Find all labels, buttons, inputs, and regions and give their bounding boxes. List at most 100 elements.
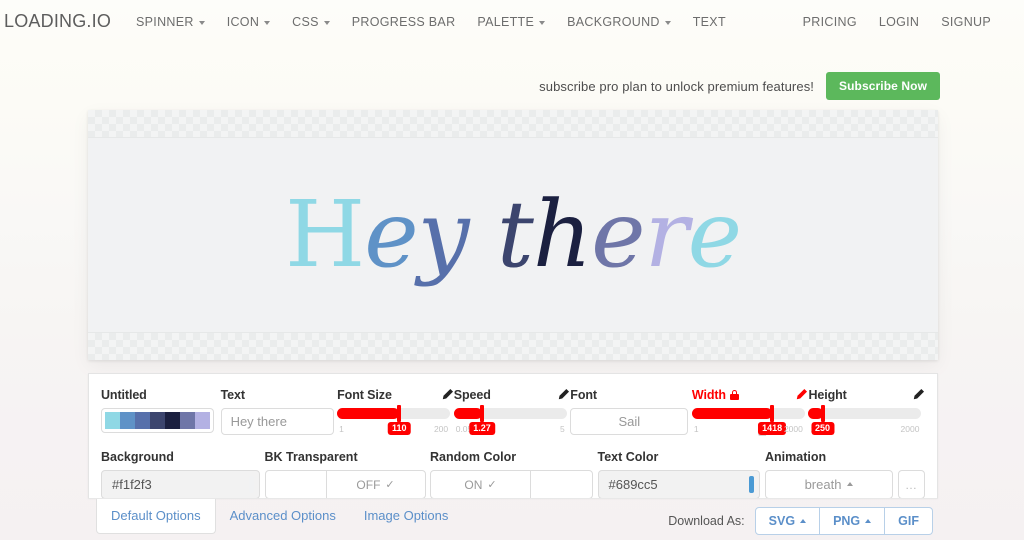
height-track[interactable] xyxy=(808,405,922,422)
font-size-slider[interactable]: 1 110 200 xyxy=(337,405,451,436)
text-color-input[interactable]: #689cc5 xyxy=(597,470,760,499)
text-color-field: Text Color #689cc5 xyxy=(597,450,765,499)
font-label: Font xyxy=(570,387,597,402)
tab-default-options[interactable]: Default Options xyxy=(96,499,216,534)
speed-label: Speed xyxy=(454,387,571,402)
width-field: Width 1 ▪ 1418 2000 xyxy=(691,387,809,436)
chevron-down-icon xyxy=(539,20,546,25)
bk-transparent-label: BK Transparent xyxy=(264,450,358,464)
font-size-knob[interactable] xyxy=(397,405,402,422)
lock-icon[interactable] xyxy=(729,389,739,400)
text-color-swatch[interactable] xyxy=(748,476,754,493)
font-size-label-text: Font Size xyxy=(337,387,392,402)
width-label-text: Width xyxy=(691,387,726,402)
download-button-group: SVG PNG GIF xyxy=(754,507,933,535)
animation-more-button[interactable]: … xyxy=(898,470,925,499)
preview-canvas[interactable]: Hey there xyxy=(88,110,938,360)
nav-item-icon[interactable]: ICON xyxy=(216,15,281,29)
download-svg-label: SVG xyxy=(768,514,796,528)
palette-swatch[interactable] xyxy=(135,412,150,429)
font-field: Font Sail xyxy=(570,387,692,435)
width-track[interactable] xyxy=(691,405,805,422)
tab-advanced-options[interactable]: Advanced Options xyxy=(216,499,350,533)
pencil-icon[interactable] xyxy=(441,388,454,401)
nav-item-signup[interactable]: SIGNUP xyxy=(930,15,1002,29)
palette-swatch[interactable] xyxy=(120,412,135,429)
random-color-value: ON xyxy=(464,477,483,492)
download-png-button[interactable]: PNG xyxy=(820,507,886,535)
background-input[interactable]: #f1f2f3 xyxy=(101,470,260,499)
palette-swatch[interactable] xyxy=(180,412,195,429)
speed-slider[interactable]: 0.05 1.27 5 xyxy=(453,405,567,436)
preview-letter: t xyxy=(496,181,534,288)
pencil-icon[interactable] xyxy=(912,388,925,401)
palette-swatch[interactable] xyxy=(105,412,120,429)
preview-text: Hey there xyxy=(285,189,742,281)
font-size-fill xyxy=(337,408,400,419)
download-png-label: PNG xyxy=(833,514,861,528)
height-knob[interactable] xyxy=(820,405,825,422)
width-knob[interactable] xyxy=(770,405,775,422)
nav-item-label: CSS xyxy=(292,14,319,29)
tab-image-options[interactable]: Image Options xyxy=(350,499,463,533)
animation-select[interactable]: breath xyxy=(765,470,893,499)
brand-logo[interactable]: LOADING.IO xyxy=(0,11,125,32)
text-color-label: Text Color xyxy=(597,450,659,464)
height-slider[interactable]: 1 250 2000 xyxy=(808,405,922,436)
nav-item-palette[interactable]: PALETTE xyxy=(466,15,556,29)
width-slider[interactable]: 1 ▪ 1418 2000 xyxy=(691,405,805,436)
font-size-min: 1 xyxy=(339,424,344,434)
pencil-icon[interactable] xyxy=(557,388,570,401)
bk-transparent-blank-cell[interactable] xyxy=(266,471,326,498)
control-row-1: Untitled Text Hey there Font Size 1 110 xyxy=(101,387,925,440)
nav-item-label: SPINNER xyxy=(136,14,194,29)
nav-item-text[interactable]: TEXT xyxy=(682,15,737,29)
font-size-label: Font Size xyxy=(337,387,454,402)
check-icon: ✓ xyxy=(487,479,497,491)
chevron-up-icon xyxy=(800,518,807,523)
font-size-track[interactable] xyxy=(337,405,451,422)
random-color-state[interactable]: ON ✓ xyxy=(431,471,530,498)
font-input[interactable]: Sail xyxy=(570,408,689,435)
animation-more-label: … xyxy=(905,477,918,492)
palette-swatch[interactable] xyxy=(195,412,210,429)
text-input[interactable]: Hey there xyxy=(220,408,334,435)
height-label-text: Height xyxy=(808,387,847,402)
text-label: Text xyxy=(220,387,245,402)
preview-letter: r xyxy=(644,181,689,288)
title-label[interactable]: Untitled xyxy=(101,387,221,402)
background-value: #f1f2f3 xyxy=(112,477,152,492)
random-color-blank-cell[interactable] xyxy=(530,471,592,498)
pencil-icon[interactable] xyxy=(795,388,808,401)
width-label: Width xyxy=(692,387,809,402)
palette-swatch[interactable] xyxy=(150,412,165,429)
speed-knob[interactable] xyxy=(479,405,484,422)
speed-field: Speed 0.05 1.27 5 xyxy=(453,387,571,436)
background-color-swatch[interactable] xyxy=(249,476,254,493)
download-gif-button[interactable]: GIF xyxy=(885,507,933,535)
nav-item-css[interactable]: CSS xyxy=(281,15,341,29)
width-value: 1418 xyxy=(758,422,787,435)
subscribe-now-button[interactable]: Subscribe Now xyxy=(826,72,940,100)
random-color-toggle[interactable]: ON ✓ xyxy=(430,470,594,499)
bk-transparent-state[interactable]: OFF ✓ xyxy=(325,471,425,498)
speed-track[interactable] xyxy=(453,405,567,422)
palette-swatches[interactable] xyxy=(101,408,214,433)
nav-item-spinner[interactable]: SPINNER xyxy=(125,15,216,29)
palette-swatch[interactable] xyxy=(165,412,180,429)
speed-label-text: Speed xyxy=(453,387,491,402)
navbar-right: PRICING LOGIN SIGNUP xyxy=(792,15,1002,29)
height-field: Height 1 250 2000 xyxy=(808,387,925,436)
nav-item-background[interactable]: BACKGROUND xyxy=(556,15,682,29)
bk-transparent-toggle[interactable]: OFF ✓ xyxy=(264,470,426,499)
download-svg-button[interactable]: SVG xyxy=(754,507,821,535)
animation-field: Animation breath … xyxy=(765,450,925,499)
nav-item-label: PALETTE xyxy=(477,14,535,29)
nav-item-progress-bar[interactable]: PROGRESS BAR xyxy=(341,15,467,29)
preview-letter: H xyxy=(284,181,365,288)
navbar-left: LOADING.IO SPINNER ICON CSS PROGRESS BAR… xyxy=(0,11,737,32)
nav-item-login[interactable]: LOGIN xyxy=(868,15,930,29)
text-color-value: #689cc5 xyxy=(608,477,658,492)
nav-item-pricing[interactable]: PRICING xyxy=(792,15,868,29)
speed-scale: 0.05 1.27 5 xyxy=(454,422,567,436)
